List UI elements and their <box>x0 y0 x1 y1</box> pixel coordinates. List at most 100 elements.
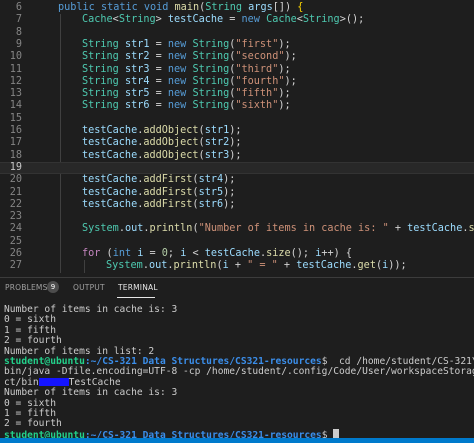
code-line[interactable]: 13 String str5 = new String("fifth"); <box>0 88 474 100</box>
code-token: addFirst <box>143 174 193 186</box>
code-token: out <box>148 260 168 272</box>
code-line[interactable]: 11 String str3 = new String("third"); <box>0 64 474 76</box>
code-token: addObject <box>143 137 199 149</box>
line-number: 18 <box>9 149 22 161</box>
tab-problems[interactable]: PROBLEMS <box>5 283 48 292</box>
code-token: + <box>228 260 248 272</box>
code-token: testCache <box>82 174 138 186</box>
code-token: main <box>174 2 200 13</box>
code-text: System.out.println("Number of items in c… <box>82 223 474 235</box>
code-token: String <box>82 75 125 87</box>
line-number: 19 <box>9 161 22 173</box>
code-token: String <box>82 51 125 63</box>
code-editor[interactable]: 6 public static void main(String args[]) … <box>0 0 474 276</box>
status-bar <box>0 438 474 443</box>
code-line[interactable]: 23 <box>0 211 474 223</box>
code-token: for <box>82 248 107 259</box>
code-token: "third" <box>235 63 279 75</box>
code-line[interactable]: 9 String str1 = new String("first"); <box>0 39 474 51</box>
code-token: str1 <box>124 38 150 50</box>
code-token: str1 <box>204 125 230 136</box>
code-token: "first" <box>235 38 279 50</box>
line-number: 24 <box>9 223 22 235</box>
prompt-user: student@ubuntu <box>4 356 85 367</box>
code-line[interactable]: 27 System.out.println(i + " = " + testCac… <box>0 260 474 272</box>
code-token: println <box>149 223 193 235</box>
redaction-mark <box>38 377 69 386</box>
code-line[interactable]: 24 System.out.println("Number of items in… <box>0 223 474 235</box>
code-line[interactable]: 10 String str2 = new String("second"); <box>0 51 474 63</box>
code-line[interactable]: 26 for (int i = 0; i < testCache.size(); … <box>0 248 474 260</box>
code-token: "second" <box>235 51 285 63</box>
code-token: testCache <box>82 198 138 210</box>
line-number: 7 <box>15 14 22 26</box>
code-token: System <box>82 223 119 235</box>
code-token: str5 <box>124 88 150 100</box>
prompt-path: :~/CS-321 Data Structures/CS321-resource… <box>84 356 322 367</box>
code-token: testCache <box>296 260 352 272</box>
prompt-command: $ cd /home/student/CS-321\ Data\ S <box>321 356 474 367</box>
code-text: String str2 = new String("second"); <box>82 51 297 63</box>
code-token: String <box>82 63 125 75</box>
code-token: str3 <box>124 63 150 75</box>
line-number: 6 <box>15 2 22 13</box>
line-number: 10 <box>9 51 22 63</box>
code-line[interactable]: 18 testCache.addObject(str3); <box>0 150 474 162</box>
code-token: ); <box>278 100 291 112</box>
code-token: = <box>149 75 168 87</box>
code-token: str3 <box>204 149 230 161</box>
code-token: testCache <box>82 125 138 136</box>
terminal-prompt-line: student@ubuntu:~/CS-321 Data Structures/… <box>4 356 474 367</box>
code-line[interactable]: 8 <box>0 27 474 39</box>
code-line[interactable]: 20 testCache.addFirst(str4); <box>0 174 474 186</box>
code-token: String <box>82 88 125 100</box>
code-text: String str1 = new String("first"); <box>82 39 291 51</box>
code-token: String <box>205 2 249 13</box>
code-line[interactable]: 12 String str4 = new String("fourth"); <box>0 76 474 88</box>
code-token: addFirst <box>143 198 193 210</box>
line-number: 16 <box>9 125 22 136</box>
line-number: 13 <box>9 88 22 100</box>
code-line[interactable]: 15 <box>0 113 474 125</box>
code-token: testCache <box>407 223 463 235</box>
code-token: >(); <box>339 14 365 26</box>
code-text: String str4 = new String("fourth"); <box>82 76 297 88</box>
code-token: = <box>149 51 168 63</box>
code-text: testCache.addObject(str2); <box>82 137 242 149</box>
code-token: ++) { <box>321 248 352 259</box>
code-line[interactable]: 6 public static void main(String args[]) … <box>0 2 474 14</box>
code-line[interactable]: 21 testCache.addFirst(str5); <box>0 187 474 199</box>
code-line[interactable]: 16 testCache.addObject(str1); <box>0 125 474 137</box>
code-token: size <box>266 248 291 259</box>
code-token: testCache <box>167 14 224 26</box>
code-line[interactable]: 7 Cache<String> testCache = new Cache<Str… <box>0 14 474 26</box>
code-token: new <box>167 38 193 50</box>
code-line[interactable]: 22 testCache.addFirst(str6); <box>0 199 474 211</box>
code-token: addObject <box>143 149 199 161</box>
code-token: = <box>149 38 168 50</box>
tab-output[interactable]: OUTPUT <box>73 283 105 292</box>
terminal-output[interactable]: Number of items in cache is: 30 = sixth 1… <box>0 302 474 443</box>
code-line[interactable]: 17 testCache.addObject(str2); <box>0 137 474 149</box>
code-token: testCache <box>82 149 138 161</box>
code-token: = <box>143 248 162 259</box>
code-token: "fourth" <box>235 75 285 87</box>
line-number: 8 <box>15 26 22 38</box>
code-token: < <box>186 248 205 259</box>
code-token: String <box>302 14 340 26</box>
code-text: for (int i = 0; i < testCache.size(); i+… <box>82 248 352 260</box>
code-line[interactable]: 14 String str6 = new String("sixth"); <box>0 100 474 112</box>
code-token: ); <box>229 137 242 149</box>
terminal-line: bin/java -Dfile.encoding=UTF-8 -cp /home… <box>4 366 474 378</box>
code-token: String <box>192 63 230 75</box>
terminal-line: 2 = fourth <box>4 335 62 347</box>
code-line[interactable]: 19 <box>0 161 474 174</box>
code-token: ); <box>278 38 291 50</box>
code-token: void <box>143 2 175 13</box>
active-tab-indicator <box>117 297 155 298</box>
line-number: 14 <box>9 100 22 112</box>
tab-terminal[interactable]: TERMINAL <box>118 283 158 292</box>
code-line[interactable]: 25 <box>0 236 474 248</box>
code-token: (); <box>290 248 316 259</box>
line-number: 27 <box>9 260 22 272</box>
